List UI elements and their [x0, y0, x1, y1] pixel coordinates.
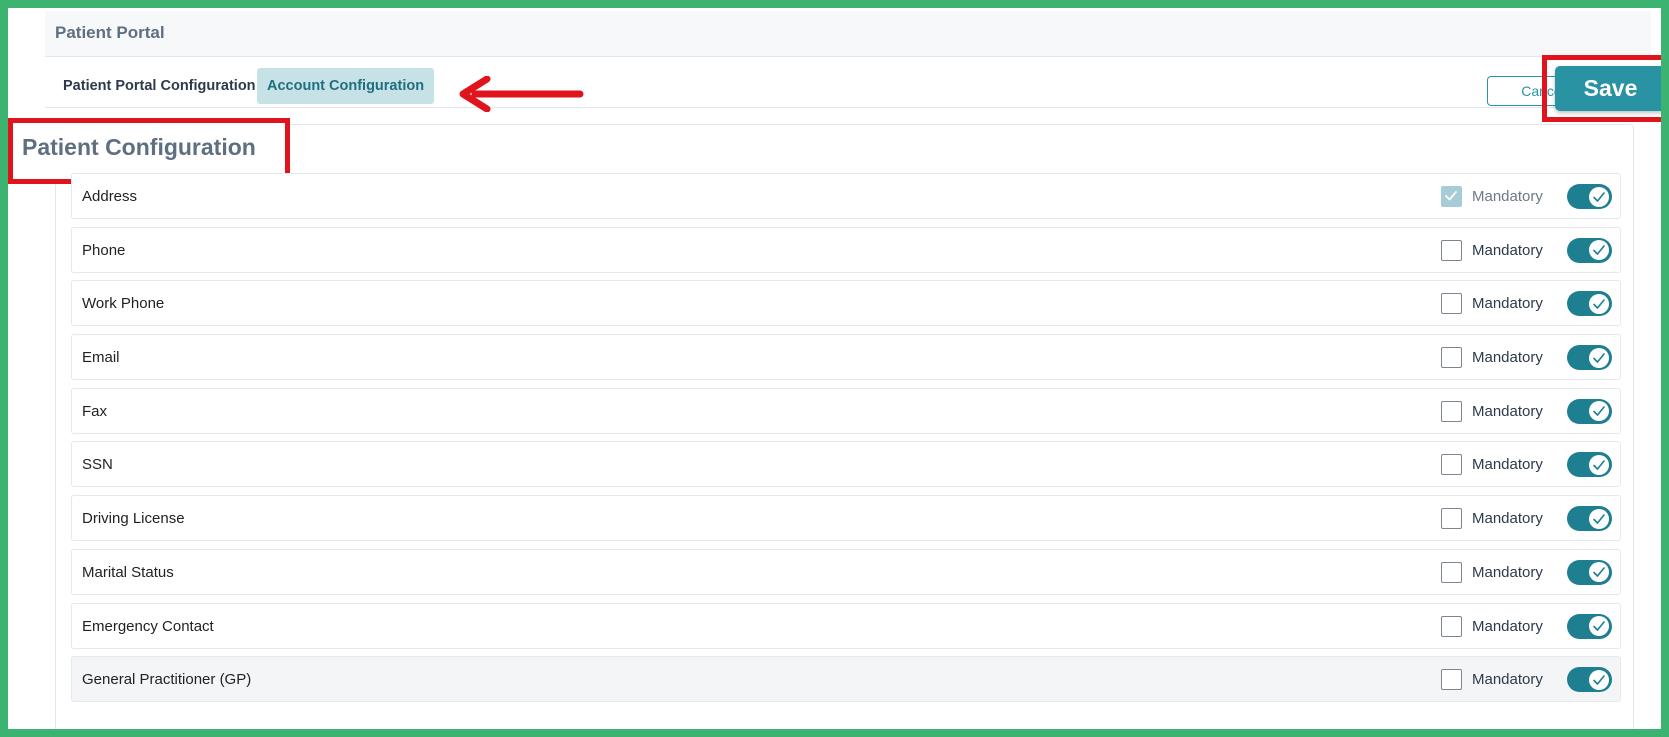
mandatory-label: Mandatory: [1472, 188, 1543, 205]
field-label: Marital Status: [82, 563, 174, 581]
section-title: Patient Configuration: [22, 134, 256, 160]
mandatory-label: Mandatory: [1472, 456, 1543, 474]
toggle-check-icon: [1589, 454, 1609, 475]
enable-toggle[interactable]: [1567, 667, 1612, 693]
toggle-check-icon: [1589, 508, 1609, 529]
field-label: Driving License: [82, 510, 185, 528]
tabs-bar: Patient Portal Configuration Account Con…: [45, 58, 1651, 108]
mandatory-checkbox[interactable]: [1441, 508, 1462, 530]
enable-toggle[interactable]: [1567, 237, 1612, 263]
enable-toggle[interactable]: [1567, 184, 1612, 209]
config-row-address: Address Mandatory: [71, 173, 1621, 219]
field-label: Phone: [82, 241, 126, 259]
enable-toggle[interactable]: [1567, 345, 1612, 371]
mandatory-label: Mandatory: [1472, 617, 1543, 635]
tab-account-configuration[interactable]: Account Configuration: [257, 68, 435, 104]
mandatory-checkbox[interactable]: [1441, 239, 1462, 261]
annotation-box-save: [1542, 55, 1661, 122]
toggle-check-icon: [1589, 293, 1609, 314]
config-row-email: Email Mandatory: [71, 334, 1621, 381]
toggle-check-icon: [1589, 347, 1609, 368]
field-label: Emergency Contact: [82, 617, 214, 635]
field-label: Email: [82, 349, 120, 367]
toggle-check-icon: [1589, 240, 1609, 261]
annotation-arrow-icon: [459, 76, 584, 112]
mandatory-checkbox[interactable]: [1441, 454, 1462, 476]
config-row-marital-status: Marital Status Mandatory: [71, 548, 1621, 595]
mandatory-label: Mandatory: [1472, 402, 1543, 420]
enable-toggle[interactable]: [1567, 398, 1612, 424]
mandatory-checkbox[interactable]: [1441, 293, 1462, 315]
field-label: General Practitioner (GP): [82, 671, 252, 689]
enable-toggle[interactable]: [1567, 506, 1612, 532]
config-row-driving-license: Driving License Mandatory: [71, 495, 1621, 542]
mandatory-label: Mandatory: [1472, 510, 1543, 528]
field-label: Work Phone: [82, 295, 165, 313]
config-row-general-practitioner-gp: General Practitioner (GP) Mandatory: [71, 656, 1621, 703]
config-row-phone: Phone Mandatory: [71, 226, 1621, 273]
config-row-ssn: SSN Mandatory: [71, 441, 1621, 488]
config-row-work-phone: Work Phone Mandatory: [71, 280, 1621, 327]
toggle-check-icon: [1589, 401, 1609, 422]
mandatory-checkbox[interactable]: [1441, 615, 1462, 637]
enable-toggle[interactable]: [1567, 559, 1612, 585]
field-label: SSN: [82, 456, 113, 474]
mandatory-label: Mandatory: [1472, 241, 1543, 259]
mandatory-checkbox[interactable]: [1441, 186, 1462, 207]
mandatory-label: Mandatory: [1472, 349, 1543, 367]
enable-toggle[interactable]: [1567, 452, 1612, 478]
mandatory-checkbox[interactable]: [1441, 561, 1462, 583]
toggle-check-icon: [1589, 669, 1609, 690]
mandatory-checkbox[interactable]: [1441, 400, 1462, 422]
config-row-emergency-contact: Emergency Contact Mandatory: [71, 602, 1621, 649]
enable-toggle[interactable]: [1567, 291, 1612, 317]
mandatory-label: Mandatory: [1472, 671, 1543, 689]
mandatory-checkbox[interactable]: [1441, 347, 1462, 369]
field-label: Address: [82, 188, 138, 205]
page-title: Patient Portal: [55, 23, 165, 42]
enable-toggle[interactable]: [1567, 613, 1612, 639]
portal-header: Patient Portal: [45, 11, 1651, 57]
field-label: Fax: [82, 402, 108, 420]
config-list: Address Mandatory Phone Mandatory Work Phone…: [71, 173, 1621, 710]
mandatory-label: Mandatory: [1472, 563, 1543, 581]
tab-patient-portal-configuration[interactable]: Patient Portal Configuration: [53, 68, 266, 104]
app-frame: Patient Portal Patient Portal Configurat…: [8, 8, 1661, 729]
toggle-check-icon: [1589, 186, 1609, 207]
toggle-check-icon: [1589, 562, 1609, 583]
toggle-check-icon: [1589, 616, 1609, 636]
config-row-fax: Fax Mandatory: [71, 387, 1621, 434]
mandatory-label: Mandatory: [1472, 295, 1543, 313]
mandatory-checkbox[interactable]: [1441, 669, 1462, 691]
